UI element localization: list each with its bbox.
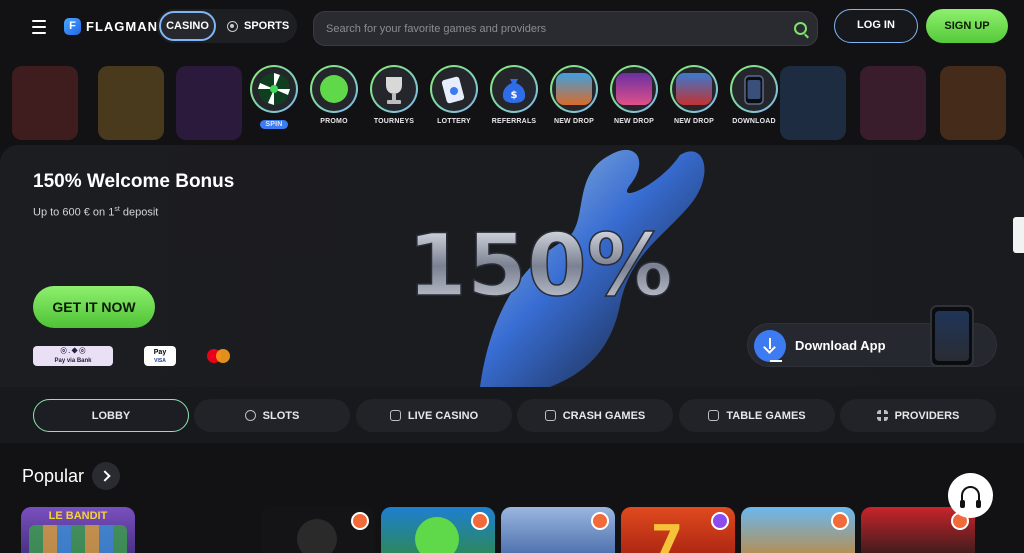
tab-slots[interactable]: SLOTS <box>194 399 350 432</box>
pay-via-bank-logo: ⓞ . ◆ ⓞ Pay via Bank <box>33 346 113 366</box>
popular-title: Popular <box>22 466 85 486</box>
sports-label: SPORTS <box>244 20 290 32</box>
game-card[interactable] <box>261 507 375 553</box>
quick-link-download[interactable]: DOWNLOAD <box>729 65 779 125</box>
quick-link-lottery[interactable]: LOTTERY <box>429 65 479 125</box>
get-it-now-button[interactable]: GET IT NOW <box>33 286 155 328</box>
download-icon <box>754 330 786 362</box>
top-header: F FLAGMAN CASINO SPORTS LOG IN SIGN UP <box>0 0 1024 56</box>
svg-text:$: $ <box>511 90 518 101</box>
trophy-badge-icon <box>471 512 489 530</box>
dice-icon <box>708 410 720 421</box>
quick-link-label: TOURNEYS <box>373 118 415 125</box>
bg-tile <box>860 66 926 140</box>
mode-switch: CASINO SPORTS <box>157 9 297 43</box>
hero-subtitle: Up to 600 € on 1st deposit <box>33 206 159 219</box>
tab-table-games[interactable]: TABLE GAMES <box>679 399 835 432</box>
apple-icon <box>415 517 459 553</box>
slots-icon <box>244 410 256 421</box>
hero-banner: 150% 150% Welcome Bonus Up to 600 € on 1… <box>0 145 1024 387</box>
bg-tile <box>780 66 846 140</box>
bg-tile <box>98 66 164 140</box>
quick-link-new-drop-1[interactable]: NEW DROP <box>549 65 599 125</box>
trophy-icon <box>386 77 402 104</box>
game-card[interactable]: 7 <box>621 507 735 553</box>
wheel-icon <box>258 73 290 105</box>
gift-badge-icon <box>711 512 729 530</box>
quick-link-label: SPIN <box>260 120 288 129</box>
quick-link-promo[interactable]: PROMO <box>309 65 359 125</box>
bg-tile <box>176 66 242 140</box>
game-card[interactable] <box>381 507 495 553</box>
casino-tab[interactable]: CASINO <box>159 11 216 41</box>
login-button[interactable]: LOG IN <box>834 9 918 43</box>
quick-link-label: PROMO <box>320 118 348 125</box>
search-input[interactable] <box>326 12 786 45</box>
game-card[interactable] <box>501 507 615 553</box>
grid-icon <box>876 410 888 421</box>
quick-link-label: NEW DROP <box>673 118 715 125</box>
gift-icon <box>320 75 348 103</box>
quick-link-label: NEW DROP <box>613 118 655 125</box>
menu-icon[interactable] <box>22 15 56 39</box>
crash-icon <box>544 410 556 421</box>
support-chat-button[interactable] <box>948 473 993 518</box>
soccer-ball-icon <box>227 20 238 32</box>
quick-link-spin[interactable]: SPIN <box>249 65 299 131</box>
quick-link-label: NEW DROP <box>553 118 595 125</box>
game-card[interactable]: LE BANDIT <box>21 507 135 553</box>
tab-live-casino[interactable]: LIVE CASINO <box>356 399 512 432</box>
game-thumb-icon <box>676 73 712 105</box>
signup-button[interactable]: SIGN UP <box>926 9 1008 43</box>
game-card[interactable] <box>741 507 855 553</box>
hero-big-text: 150% <box>407 216 673 316</box>
ticket-icon <box>441 76 465 104</box>
quick-link-label: REFERRALS <box>491 118 537 125</box>
logo-mark-icon: F <box>64 17 81 35</box>
sports-tab[interactable]: SPORTS <box>227 11 289 41</box>
tab-providers[interactable]: PROVIDERS <box>840 399 996 432</box>
apple-pay-logo: Pay VISA <box>144 346 176 366</box>
quick-link-label: DOWNLOAD <box>732 118 776 125</box>
trophy-badge-icon <box>351 512 369 530</box>
quick-link-tourneys[interactable]: TOURNEYS <box>369 65 419 125</box>
trophy-badge-icon <box>591 512 609 530</box>
game-thumb-icon <box>556 73 592 105</box>
quick-link-label: LOTTERY <box>437 118 471 125</box>
search-bar <box>313 11 818 46</box>
money-bag-icon: $ <box>502 79 526 103</box>
logo[interactable]: F FLAGMAN <box>64 16 158 36</box>
category-tabs: LOBBY SLOTS LIVE CASINO CRASH GAMES TABL… <box>0 387 1024 443</box>
quick-link-new-drop-3[interactable]: NEW DROP <box>669 65 719 125</box>
bg-tile <box>940 66 1006 140</box>
hero-title: 150% Welcome Bonus <box>33 171 235 192</box>
tab-crash-games[interactable]: CRASH GAMES <box>517 399 673 432</box>
download-app-label: Download App <box>795 338 886 353</box>
phone-icon <box>744 75 764 105</box>
headset-icon <box>960 486 981 508</box>
phone-mockup <box>930 305 974 367</box>
quick-link-new-drop-2[interactable]: NEW DROP <box>609 65 659 125</box>
trophy-badge-icon <box>831 512 849 530</box>
mastercard-logo <box>207 349 231 363</box>
live-icon <box>389 410 401 421</box>
search-icon[interactable] <box>794 22 807 35</box>
brand-name: FLAGMAN <box>86 18 158 34</box>
game-thumb-icon <box>616 73 652 105</box>
side-tab-handle[interactable] <box>1013 217 1024 253</box>
bg-tile <box>12 66 78 140</box>
hero-artwork: 150% <box>406 149 705 387</box>
chevron-right-icon[interactable] <box>92 462 120 490</box>
quick-link-referrals[interactable]: $ REFERRALS <box>489 65 539 125</box>
tab-lobby[interactable]: LOBBY <box>33 399 189 432</box>
